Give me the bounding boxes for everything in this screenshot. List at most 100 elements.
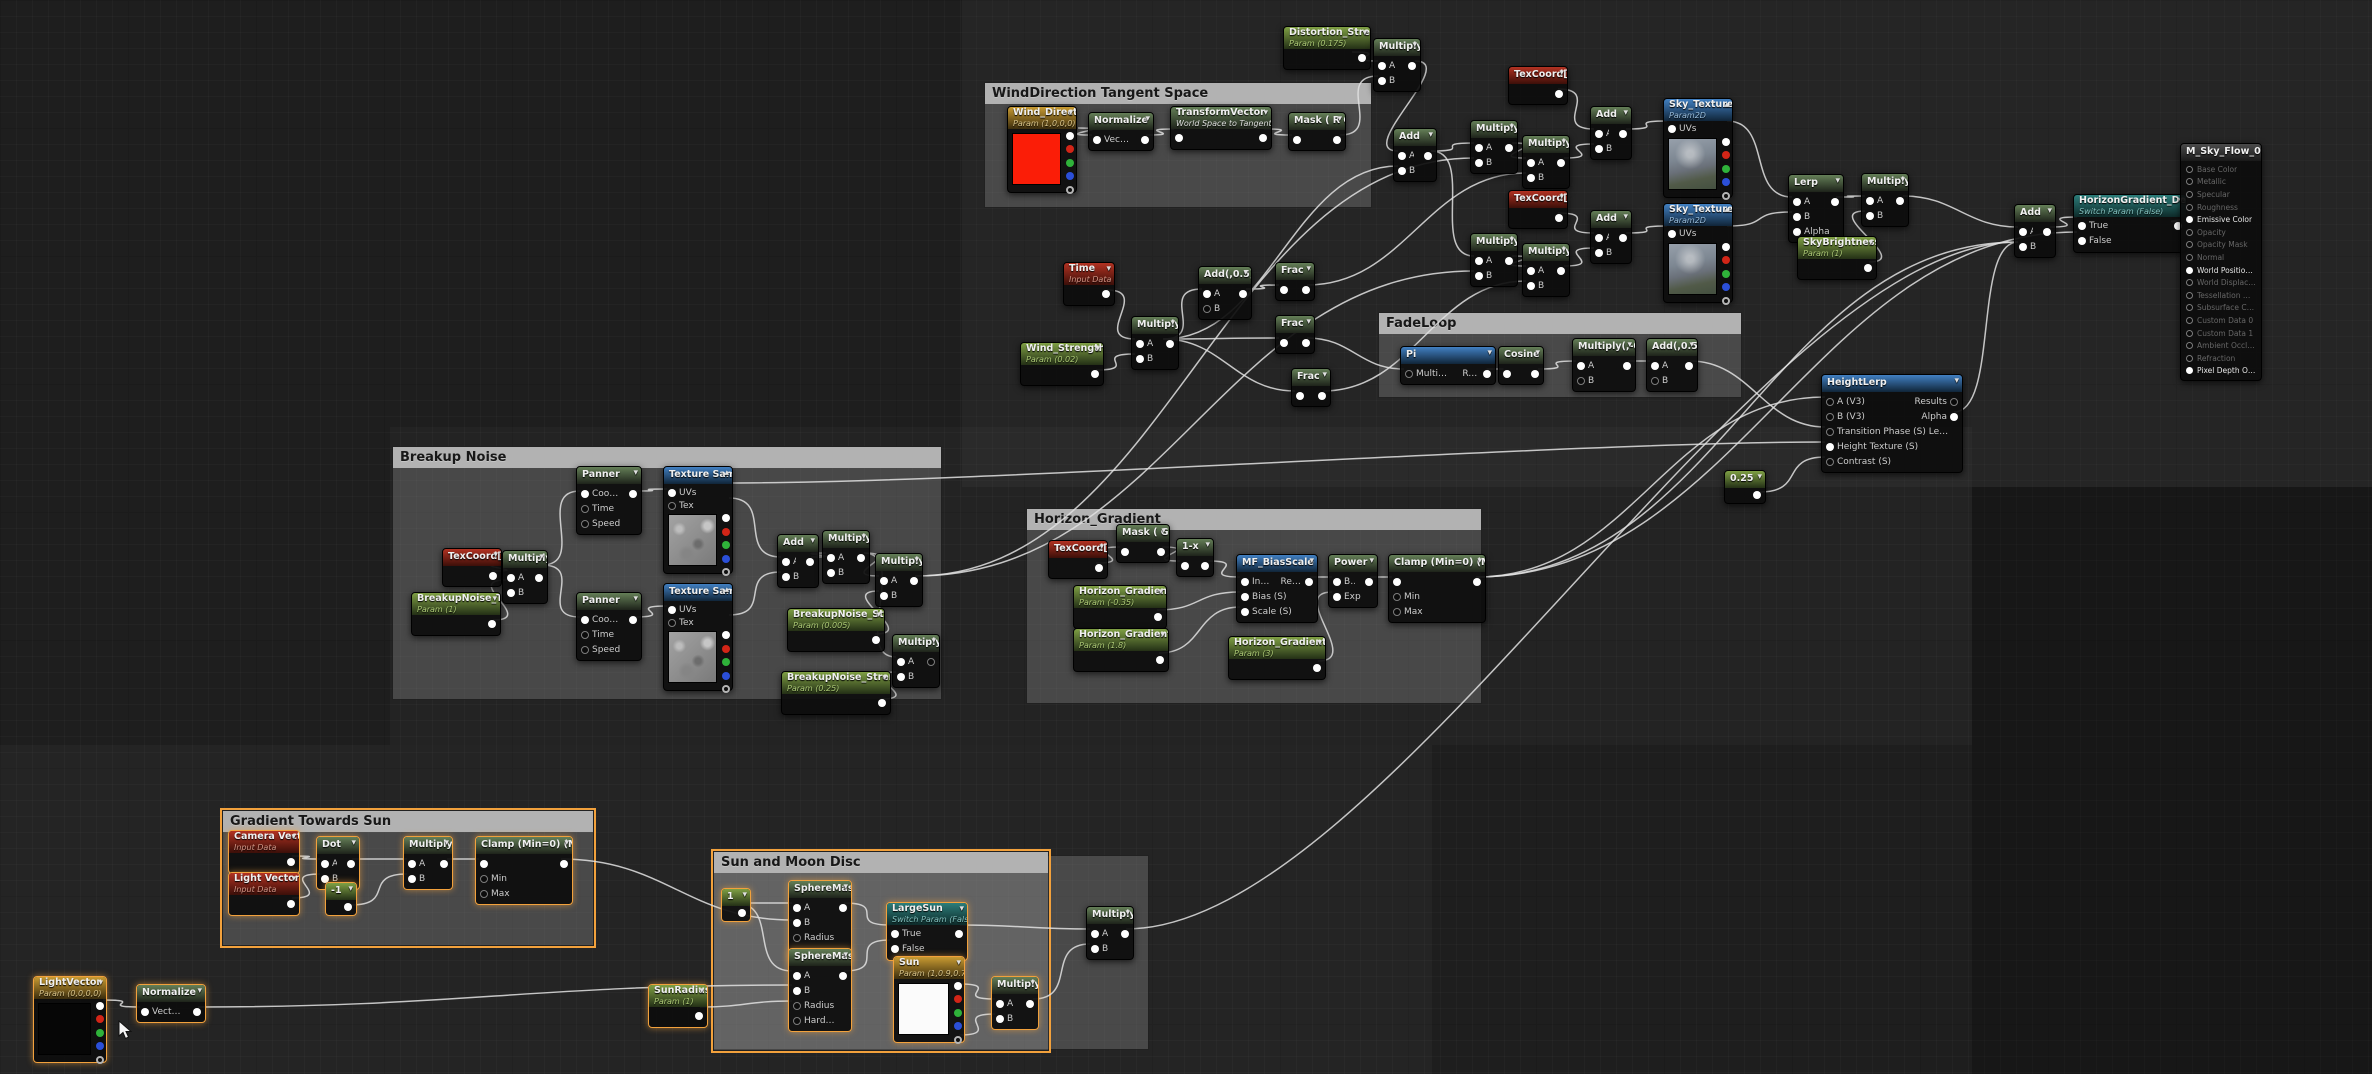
chevron-down-icon[interactable]: ▾ [1487,348,1492,359]
multiply-11[interactable]: Multiply▾AB [892,634,940,688]
pin-Time[interactable] [581,505,589,513]
pin-Hardness[interactable] [793,1017,801,1025]
pin-B[interactable] [1203,305,1211,313]
pin-Exp[interactable] [1333,593,1341,601]
pin-out[interactable] [1239,290,1247,298]
chevron-down-icon[interactable]: ▾ [1757,472,1762,483]
pin-in[interactable] [2186,216,2193,223]
pin-out[interactable] [1722,270,1730,278]
pin-out[interactable] [839,972,847,980]
pin-in[interactable] [1280,339,1288,347]
pin-out[interactable] [629,616,637,624]
normalize-1[interactable]: Normalize▾VectorInput [1088,112,1154,151]
pin-A[interactable] [321,860,329,868]
pin-False[interactable] [891,945,899,953]
pin-out[interactable] [738,909,746,917]
pin-UVs[interactable] [1668,230,1676,238]
pin-in[interactable] [2186,342,2193,349]
chevron-down-icon[interactable]: ▾ [493,550,498,561]
oneminus-1[interactable]: 1-x▾ [1176,538,1214,577]
pin-A[interactable] [1793,198,1801,206]
pin-in[interactable] [1181,562,1189,570]
chevron-down-icon[interactable]: ▾ [1317,638,1322,649]
breakupnoise-tiling[interactable]: BreakupNoise_TilingParam (1)▾ [411,592,501,636]
texcoord-3[interactable]: TexCoord[0]▾ [442,548,502,587]
pin-out[interactable] [1121,930,1129,938]
pin-out[interactable] [806,558,814,566]
pin-out[interactable] [1722,283,1730,291]
pin-A[interactable] [1378,62,1386,70]
add-3[interactable]: Add▾AB [2014,204,2056,258]
pin-A[interactable] [1595,130,1603,138]
pin-in[interactable] [1296,392,1304,400]
pin-out[interactable] [1896,197,1904,205]
pin-Height Texture (S)[interactable] [1826,443,1834,451]
panner-1[interactable]: Panner▾CoordinateTimeSpeed [576,466,642,535]
pin-Contrast (S)[interactable] [1826,458,1834,466]
pin-B[interactable] [1527,282,1535,290]
pin-B[interactable] [1136,355,1144,363]
multiply-1[interactable]: Multiply▾AB [1373,38,1421,92]
pin-A[interactable] [1475,257,1483,265]
chevron-down-icon[interactable]: ▾ [539,552,544,563]
pin-out[interactable] [722,568,730,576]
pin-B[interactable] [1378,77,1386,85]
pin-out[interactable] [1531,370,1539,378]
pin-in[interactable] [1293,136,1301,144]
wind-strength[interactable]: Wind_StrengthParam (0.02)▾ [1020,342,1104,386]
pin-out[interactable] [1722,165,1730,173]
chevron-down-icon[interactable]: ▾ [1559,192,1564,203]
breakupnoise-strength[interactable]: BreakupNoise_StrengthParam (0.005)▾ [787,608,885,652]
lightvector[interactable]: LightVectorParam (0,0,0,0)▾ [33,976,107,1063]
pin-in[interactable] [2186,204,2193,211]
pin-out[interactable] [440,860,448,868]
pin-Result[interactable] [1305,578,1313,586]
multiply-12[interactable]: Multiply▾AB [403,836,453,890]
largesun[interactable]: LargeSunSwitch Param (False)▾TrueFalse [886,902,968,961]
chevron-down-icon[interactable]: ▾ [1158,587,1163,598]
pin-B[interactable] [1475,272,1483,280]
chevron-down-icon[interactable]: ▾ [633,468,638,479]
pin-A[interactable] [827,554,835,562]
chevron-down-icon[interactable]: ▾ [1627,340,1632,351]
chevron-down-icon[interactable]: ▾ [1623,108,1628,119]
pin-out[interactable] [287,858,295,866]
add-1[interactable]: Add▾AB [1590,106,1632,160]
pin-out[interactable] [722,631,730,639]
pin-A[interactable] [793,972,801,980]
pin-out[interactable] [347,860,355,868]
multiply-4[interactable]: Multiply▾AB [1470,233,1518,287]
pin-A[interactable] [880,577,888,585]
pin-out[interactable] [1722,256,1730,264]
pin-VectorInput[interactable] [1093,136,1101,144]
add-2[interactable]: Add▾AB [1590,210,1632,264]
pin-out[interactable] [1091,370,1099,378]
chevron-down-icon[interactable]: ▾ [914,555,919,566]
pin-out[interactable] [955,930,963,938]
chevron-down-icon[interactable]: ▾ [1030,978,1035,989]
multiply-13[interactable]: Multiply▾AB [991,976,1039,1030]
pin-in[interactable] [2186,292,2193,299]
sun-param[interactable]: SunParam (1,0.9,0.7,1)▾ [893,956,965,1043]
pin-out[interactable] [1555,214,1563,222]
pin-B[interactable] [408,875,416,883]
pin-Speed[interactable] [581,646,589,654]
pin-Min[interactable] [1393,593,1401,601]
pin-out[interactable] [1505,144,1513,152]
pin-out[interactable] [489,572,497,580]
pin-in[interactable] [2186,355,2193,362]
fadeloop-comment-title[interactable]: FadeLoop [1379,313,1741,334]
pin-out[interactable] [1156,656,1164,664]
chevron-down-icon[interactable]: ▾ [1243,268,1248,279]
pin-B[interactable] [1475,159,1483,167]
pin-out[interactable] [722,685,730,693]
chevron-down-icon[interactable]: ▾ [1161,526,1166,537]
pin-B[interactable] [782,573,790,581]
pin-B[interactable] [1595,249,1603,257]
chevron-down-icon[interactable]: ▾ [1160,630,1165,641]
pin-out[interactable] [1157,548,1165,556]
power-1[interactable]: Power▾BaseExp [1328,554,1378,608]
pin-Radius[interactable] [793,1002,801,1010]
pin-out[interactable] [1555,90,1563,98]
pin-out[interactable] [2043,228,2051,236]
